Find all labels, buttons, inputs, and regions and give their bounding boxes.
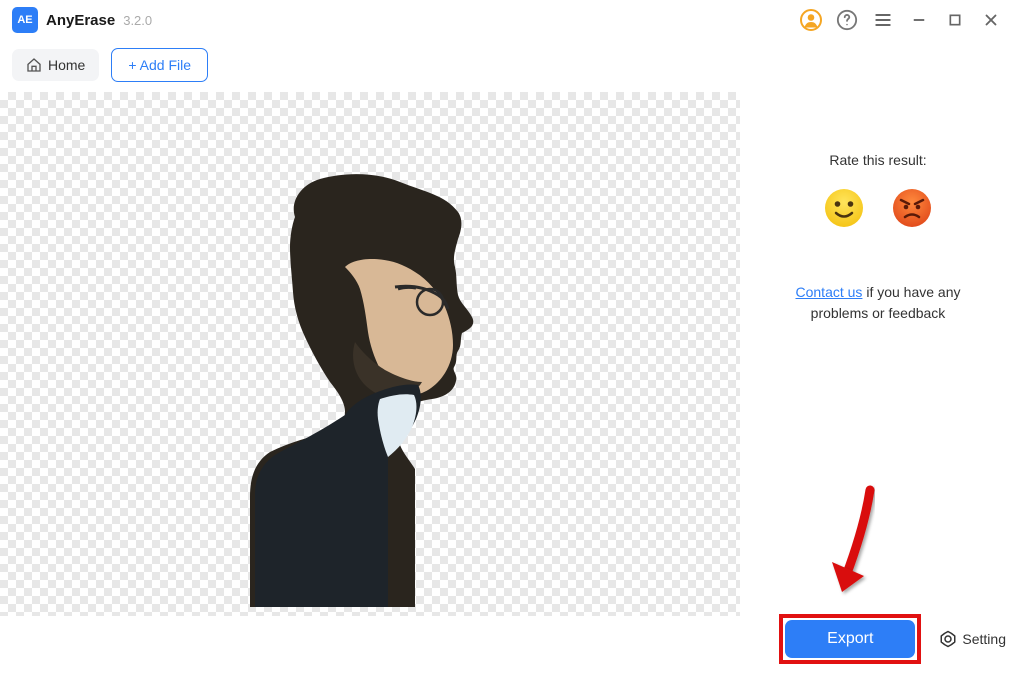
add-file-button[interactable]: + Add File <box>111 48 208 82</box>
app-logo: AE <box>12 7 38 33</box>
home-button[interactable]: Home <box>12 49 99 81</box>
image-canvas[interactable] <box>0 92 740 616</box>
app-name: AnyErase <box>46 12 115 29</box>
toolbar: Home + Add File <box>0 40 1016 92</box>
home-icon <box>26 57 42 73</box>
main-area: Rate this result: <box>0 92 1016 674</box>
minimize-icon[interactable] <box>906 7 932 33</box>
home-label: Home <box>48 57 85 73</box>
title-bar: AE AnyErase 3.2.0 <box>0 0 1016 40</box>
happy-emoji-icon[interactable] <box>824 188 864 228</box>
account-icon[interactable] <box>798 7 824 33</box>
help-icon[interactable] <box>834 7 860 33</box>
export-label: Export <box>827 630 873 647</box>
window-controls <box>798 7 1004 33</box>
app-version: 3.2.0 <box>123 13 152 28</box>
rate-label: Rate this result: <box>829 152 926 168</box>
export-button[interactable]: Export <box>785 620 915 658</box>
bottom-bar: Export Setting <box>779 614 1006 664</box>
maximize-icon[interactable] <box>942 7 968 33</box>
angry-emoji-icon[interactable] <box>892 188 932 228</box>
right-panel: Rate this result: <box>740 92 1016 674</box>
setting-button[interactable]: Setting <box>939 630 1006 648</box>
gear-icon <box>939 630 957 648</box>
result-image <box>200 167 500 607</box>
menu-icon[interactable] <box>870 7 896 33</box>
emoji-row <box>824 188 932 228</box>
title-left: AE AnyErase 3.2.0 <box>12 7 152 33</box>
setting-label: Setting <box>962 631 1006 647</box>
export-highlight-annotation: Export <box>779 614 921 664</box>
close-icon[interactable] <box>978 7 1004 33</box>
feedback-text: Contact us if you have any problems or f… <box>768 282 988 324</box>
app-logo-text: AE <box>17 14 32 26</box>
contact-us-link[interactable]: Contact us <box>796 284 863 300</box>
add-file-label: + Add File <box>128 57 191 73</box>
